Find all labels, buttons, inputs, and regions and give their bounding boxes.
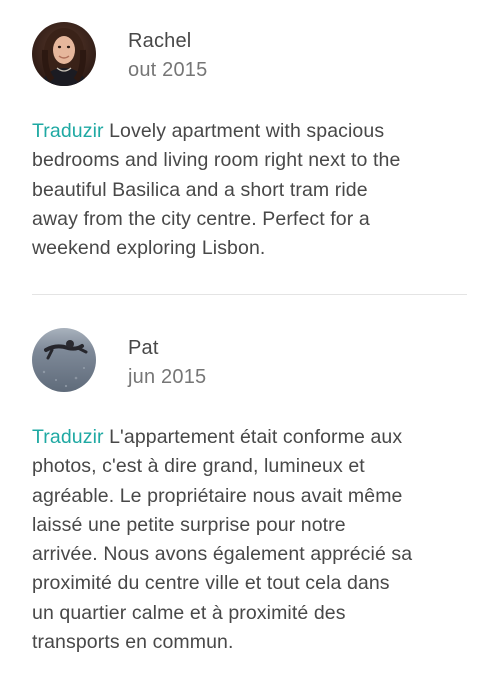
review-author[interactable]: Rachel <box>128 30 191 53</box>
review-text: Traduzir Lovely apartment with spacious … <box>32 117 472 263</box>
review-date: jun 2015 <box>128 366 207 388</box>
user-avatar[interactable] <box>32 22 96 86</box>
review-date: out 2015 <box>128 59 208 81</box>
user-avatar[interactable] <box>32 328 96 392</box>
review-text-content: L'appartement était conforme aux photos,… <box>32 426 413 654</box>
review-author[interactable]: Pat <box>128 337 159 360</box>
translate-link[interactable]: Traduzir <box>32 426 104 448</box>
review-text: Traduzir L'appartement était conforme au… <box>32 423 472 657</box>
translate-link[interactable]: Traduzir <box>32 120 104 142</box>
review-divider <box>32 294 467 295</box>
